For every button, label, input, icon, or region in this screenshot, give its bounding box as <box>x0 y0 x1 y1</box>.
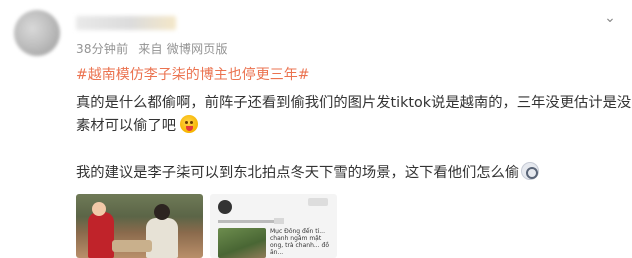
image-caption: Mục Đông đến tỉ... chanh ngâm mật ong, t… <box>270 228 329 256</box>
image-button <box>308 198 328 206</box>
post-image-2[interactable]: Mục Đông đến tỉ... chanh ngâm mật ong, t… <box>210 194 337 258</box>
chevron-down-icon[interactable]: ⌄ <box>602 10 618 26</box>
image-figure <box>112 240 152 252</box>
post-time[interactable]: 38分钟前 <box>76 42 128 56</box>
avatar[interactable] <box>14 10 60 56</box>
post-image-1[interactable] <box>76 194 203 258</box>
image-avatar <box>218 200 232 214</box>
post-text-line1: 真的是什么都偷啊，前阵子还看到偷我们的图片发tiktok说是越南的，三年没更估计… <box>76 95 632 111</box>
post-meta: 38分钟前 来自 微博网页版 <box>76 40 234 57</box>
face-emoji-icon <box>521 162 540 180</box>
post-text-line2: 素材可以偷了吧 <box>76 115 199 137</box>
image-bar <box>274 218 284 224</box>
tongue-out-emoji-icon <box>180 115 199 133</box>
image-figure <box>92 202 106 216</box>
image-figure <box>146 218 178 258</box>
image-bar <box>218 220 282 223</box>
username-blurred[interactable] <box>76 16 176 30</box>
post-text-line3: 我的建议是李子柒可以到东北拍点冬天下雪的场景，这下看他们怎么偷 <box>76 162 540 184</box>
post-source: 来自 微博网页版 <box>138 42 228 56</box>
post-text-line2-text: 素材可以偷了吧 <box>76 118 177 134</box>
image-figure <box>154 204 170 220</box>
post-text-line3-text: 我的建议是李子柒可以到东北拍点冬天下雪的场景，这下看他们怎么偷 <box>76 165 520 181</box>
image-inner-photo <box>218 228 266 258</box>
hashtag-link[interactable]: #越南模仿李子柒的博主也停更三年# <box>76 64 309 84</box>
image-figure <box>88 212 114 258</box>
